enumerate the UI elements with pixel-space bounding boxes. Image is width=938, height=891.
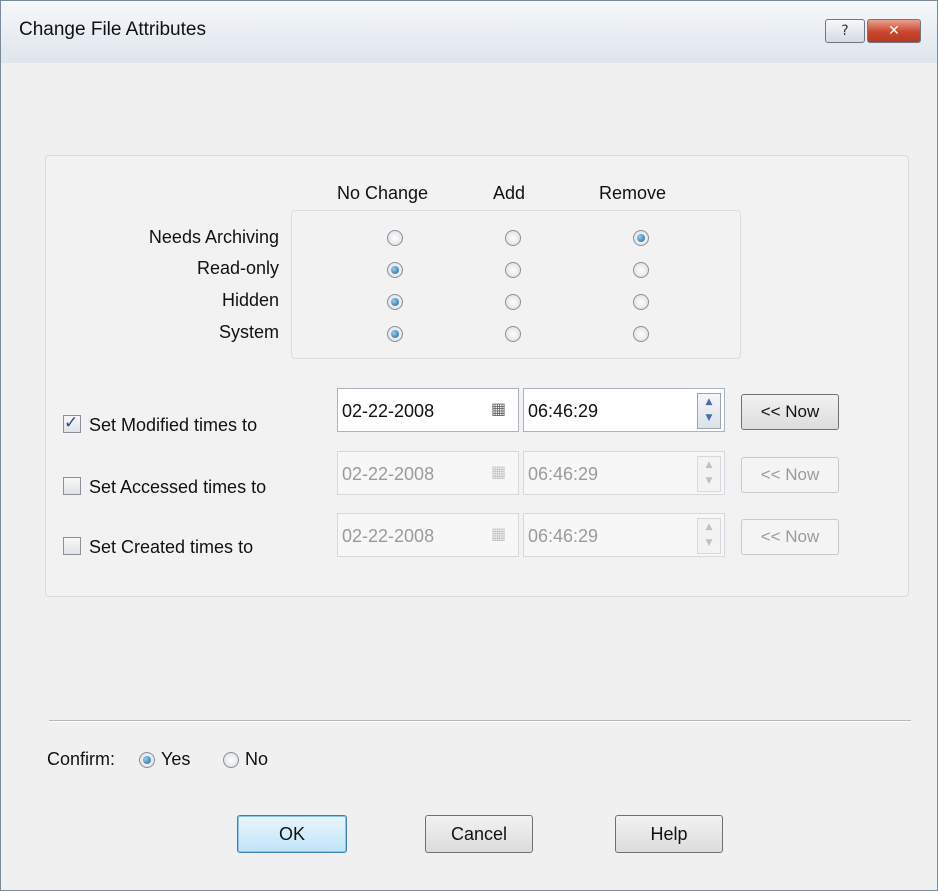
title-help-button[interactable]: ?	[825, 19, 865, 43]
accessed-time-field[interactable]: 06:46:29	[523, 451, 725, 495]
accessed-times-label: Set Accessed times to	[89, 477, 267, 497]
separator-highlight	[49, 721, 911, 722]
accessed-date-value: 02-22-2008	[342, 464, 435, 484]
window-title: Change File Attributes	[19, 19, 206, 40]
created-times-checkbox[interactable]	[63, 537, 81, 555]
dialog-window: Change File Attributes ? ✕ No Change Add…	[0, 0, 938, 891]
spin-down-icon[interactable]: ▼	[698, 473, 720, 489]
radio-read-only-remove[interactable]	[633, 262, 649, 278]
row-label-system: System	[218, 322, 279, 342]
created-times-label: Set Created times to	[89, 537, 254, 557]
title-bar: Change File Attributes ? ✕	[1, 1, 937, 63]
ok-button[interactable]: OK	[237, 815, 347, 853]
radio-system-add[interactable]	[505, 326, 521, 342]
calendar-icon[interactable]: ▦	[491, 462, 506, 481]
radio-needs-archiving-add[interactable]	[505, 230, 521, 246]
created-now-button[interactable]: << Now	[741, 519, 839, 555]
modified-times-label: Set Modified times to	[89, 415, 258, 435]
accessed-time-spinner[interactable]: ▲ ▼	[697, 456, 721, 492]
created-time-spinner[interactable]: ▲ ▼	[697, 518, 721, 554]
created-time-value: 06:46:29	[528, 526, 599, 546]
radio-read-only-add[interactable]	[505, 262, 521, 278]
confirm-no-label[interactable]: No	[245, 749, 268, 770]
modified-time-spinner[interactable]: ▲ ▼	[697, 393, 721, 429]
cancel-button[interactable]: Cancel	[425, 815, 533, 853]
confirm-yes-label[interactable]: Yes	[161, 749, 190, 770]
created-date-value: 02-22-2008	[342, 526, 435, 546]
modified-time-field[interactable]: 06:46:29	[523, 388, 725, 432]
confirm-label: Confirm:	[47, 749, 116, 769]
column-header-no-change: No Change	[337, 183, 429, 203]
help-button[interactable]: Help	[615, 815, 723, 853]
spin-up-icon[interactable]: ▲	[698, 394, 720, 410]
accessed-now-button[interactable]: << Now	[741, 457, 839, 493]
column-header-add: Add	[493, 183, 526, 203]
radio-needs-archiving-no-change[interactable]	[387, 230, 403, 246]
spin-up-icon[interactable]: ▲	[698, 457, 720, 473]
radio-hidden-remove[interactable]	[633, 294, 649, 310]
spin-down-icon[interactable]: ▼	[698, 535, 720, 551]
title-close-button[interactable]: ✕	[867, 19, 921, 43]
radio-needs-archiving-remove[interactable]	[633, 230, 649, 246]
modified-now-button[interactable]: << Now	[741, 394, 839, 430]
accessed-times-checkbox[interactable]	[63, 477, 81, 495]
confirm-no-radio[interactable]	[223, 752, 239, 768]
question-mark-icon: ?	[841, 23, 849, 39]
column-header-remove: Remove	[599, 183, 667, 203]
confirm-yes-radio[interactable]	[139, 752, 155, 768]
radio-hidden-no-change[interactable]	[387, 294, 403, 310]
close-icon: ✕	[888, 23, 900, 39]
accessed-time-value: 06:46:29	[528, 464, 599, 484]
calendar-icon[interactable]: ▦	[491, 399, 506, 418]
row-label-needs-archiving: Needs Archiving	[148, 227, 279, 247]
spin-down-icon[interactable]: ▼	[698, 410, 720, 426]
modified-time-value: 06:46:29	[528, 401, 599, 421]
radio-system-remove[interactable]	[633, 326, 649, 342]
row-label-hidden: Hidden	[221, 290, 279, 310]
modified-date-value: 02-22-2008	[342, 401, 435, 421]
spin-up-icon[interactable]: ▲	[698, 519, 720, 535]
radio-system-no-change[interactable]	[387, 326, 403, 342]
modified-times-checkbox[interactable]	[63, 413, 81, 433]
radio-read-only-no-change[interactable]	[387, 262, 403, 278]
row-label-read-only: Read-only	[196, 258, 279, 278]
calendar-icon[interactable]: ▦	[491, 524, 506, 543]
radio-hidden-add[interactable]	[505, 294, 521, 310]
created-time-field[interactable]: 06:46:29	[523, 513, 725, 557]
